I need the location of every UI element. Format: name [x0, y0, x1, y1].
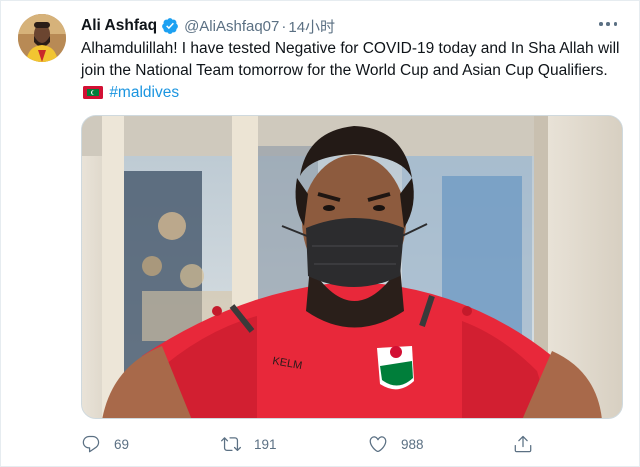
author-handle[interactable]: @AliAshfaq07 — [184, 18, 279, 35]
tweet-photo[interactable]: KELM — [81, 115, 623, 419]
like-button[interactable]: 988 — [368, 429, 424, 459]
tweet-card: Ali Ashfaq @AliAshfaq07 · 14小时 Alhamduli… — [0, 0, 640, 467]
share-button[interactable] — [513, 429, 533, 459]
tweet-body: Alhamdulillah! I have tested Negative fo… — [81, 40, 620, 79]
retweet-icon — [221, 437, 241, 452]
retweet-button[interactable]: 191 — [221, 429, 277, 459]
reply-icon — [82, 435, 100, 453]
tweet-timestamp[interactable]: 14小时 — [288, 16, 335, 37]
verified-icon — [161, 17, 179, 35]
more-options-icon[interactable] — [599, 17, 617, 31]
tweet-actions: 69 191 988 — [81, 429, 561, 459]
separator-dot: · — [281, 17, 287, 35]
tweet-text: Alhamdulillah! I have tested Negative fo… — [81, 38, 626, 104]
tweet-header: Ali Ashfaq @AliAshfaq07 · 14小时 — [81, 15, 335, 37]
reply-button[interactable]: 69 — [81, 429, 129, 459]
reply-count: 69 — [114, 436, 130, 452]
retweet-count: 191 — [254, 436, 277, 452]
share-icon — [514, 435, 532, 453]
maldives-flag-icon — [83, 84, 103, 99]
heart-icon — [369, 436, 387, 453]
author-name[interactable]: Ali Ashfaq — [81, 17, 157, 35]
like-count: 988 — [401, 436, 424, 452]
hashtag-link[interactable]: #maldives — [109, 84, 179, 101]
avatar[interactable] — [18, 14, 66, 62]
